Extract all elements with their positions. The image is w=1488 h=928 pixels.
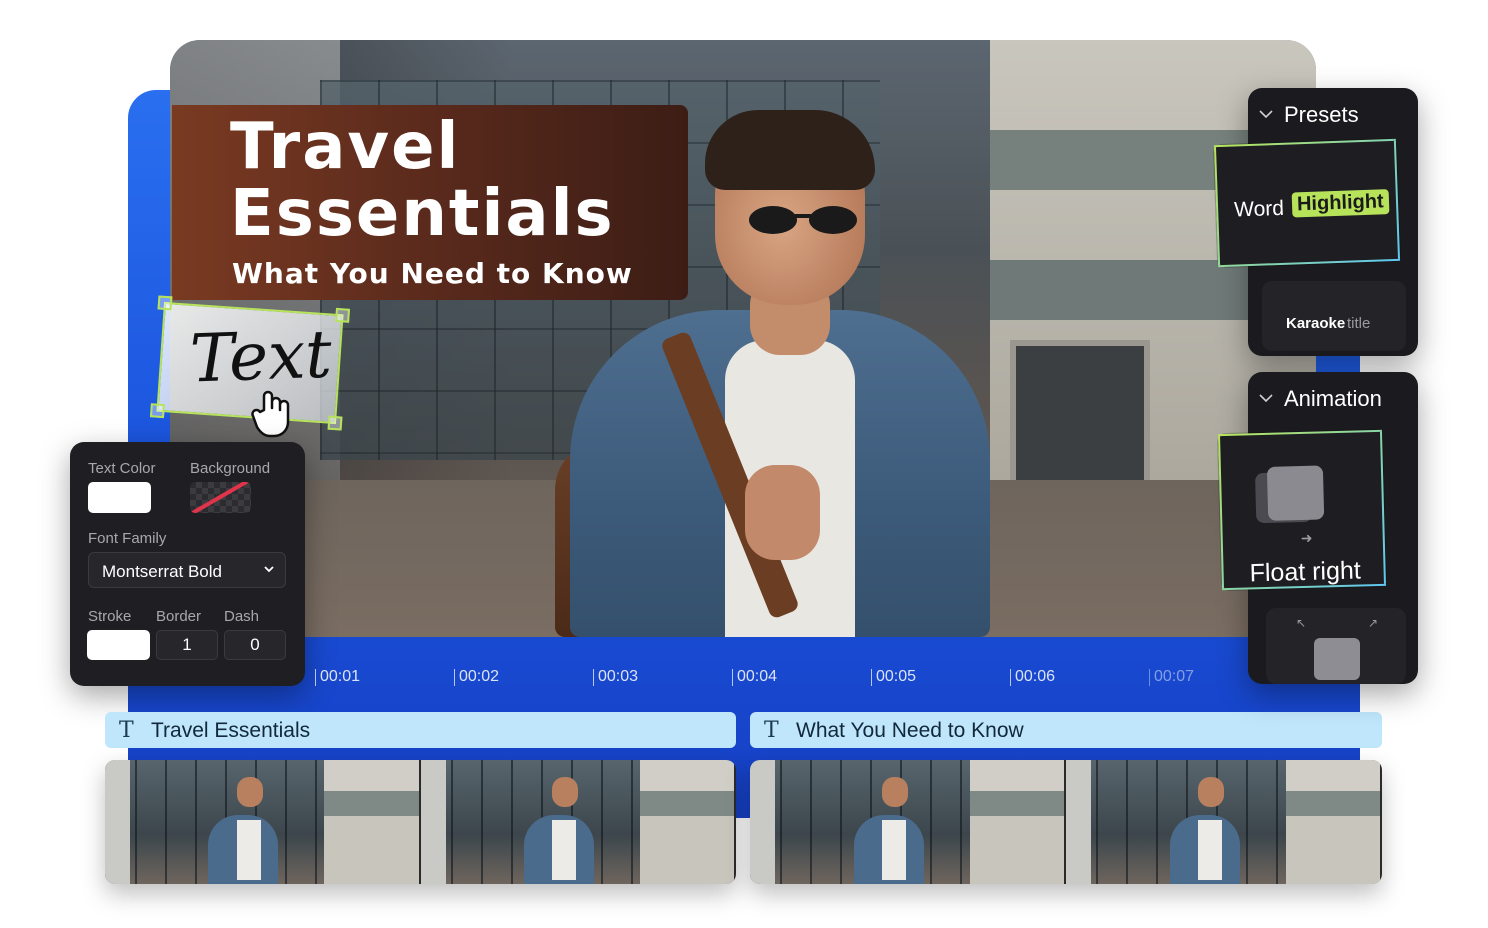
video-thumbnail bbox=[105, 760, 421, 884]
animation-preview-square bbox=[1314, 638, 1360, 680]
timeline-tick: 00:04 bbox=[731, 668, 778, 686]
preset-word-text: Word bbox=[1233, 196, 1285, 222]
arrow-up-right-icon: ↗ bbox=[1368, 616, 1379, 630]
timeline-tick: 00:05 bbox=[870, 668, 917, 686]
stroke-color-swatch[interactable] bbox=[87, 630, 150, 660]
preset-highlight-text: Highlight bbox=[1291, 189, 1390, 218]
video-thumbnail bbox=[420, 760, 736, 884]
text-track-clip[interactable]: T What You Need to Know bbox=[750, 712, 1382, 748]
video-thumbnail bbox=[1066, 760, 1382, 884]
text-track-label: What You Need to Know bbox=[796, 719, 1024, 742]
video-track-clip[interactable] bbox=[105, 760, 736, 884]
animation-header[interactable]: Animation bbox=[1284, 386, 1382, 412]
animation-zoom[interactable]: ↖ ↗ bbox=[1266, 608, 1406, 684]
chevron-down-icon bbox=[264, 566, 274, 573]
dash-input[interactable]: 0 bbox=[224, 630, 286, 660]
chevron-down-icon[interactable] bbox=[1258, 392, 1274, 404]
font-family-label: Font Family bbox=[88, 530, 167, 547]
background-label: Background bbox=[190, 460, 271, 477]
resize-handle-tr[interactable] bbox=[335, 307, 351, 323]
presets-header[interactable]: Presets bbox=[1284, 102, 1359, 128]
resize-handle-br[interactable] bbox=[327, 415, 343, 431]
hand-cursor-icon bbox=[251, 390, 290, 438]
text-track-clip[interactable]: T Travel Essentials bbox=[105, 712, 736, 748]
arrow-up-left-icon: ↖ bbox=[1296, 616, 1307, 630]
selected-text-content: Text bbox=[188, 315, 334, 398]
preset-word-highlight[interactable]: Word Highlight bbox=[1213, 138, 1401, 268]
stroke-label: Stroke bbox=[88, 608, 132, 625]
text-track-label: Travel Essentials bbox=[151, 719, 311, 742]
preset-karaoke-bold: Karaoke bbox=[1286, 315, 1346, 332]
timeline-tick: 00:01 bbox=[314, 668, 361, 686]
background-color-swatch[interactable] bbox=[190, 482, 251, 513]
timeline-tick: 00:07 bbox=[1148, 668, 1195, 686]
title-line-2: Essentials bbox=[230, 177, 615, 251]
title-subtitle: What You Need to Know bbox=[232, 257, 633, 290]
animation-preview-square bbox=[1266, 465, 1325, 521]
text-icon: T bbox=[764, 718, 779, 743]
animation-float-right[interactable]: ➜ Float right bbox=[1217, 429, 1387, 591]
text-color-label: Text Color bbox=[88, 460, 156, 477]
preset-karaoke-title[interactable]: Karaoke title bbox=[1262, 281, 1406, 351]
sunglasses-icon bbox=[749, 206, 857, 234]
title-line-1: Travel bbox=[230, 110, 461, 184]
font-family-select[interactable]: Montserrat Bold bbox=[88, 552, 286, 588]
presets-panel: Presets Word Highlight Karaoke title bbox=[1213, 88, 1418, 356]
text-properties-panel: Text Color Background Font Family Montse… bbox=[70, 442, 305, 686]
preset-karaoke-light: title bbox=[1347, 315, 1371, 332]
timeline-tick: 00:02 bbox=[453, 668, 500, 686]
resize-handle-tl[interactable] bbox=[157, 295, 173, 311]
animation-panel: Animation ➜ Float right ↖ ↗ bbox=[1217, 372, 1418, 684]
timeline-tick: 00:03 bbox=[592, 668, 639, 686]
dash-label: Dash bbox=[224, 608, 260, 625]
video-thumbnail bbox=[750, 760, 1066, 884]
text-color-swatch[interactable] bbox=[88, 482, 151, 513]
resize-handle-bl[interactable] bbox=[149, 403, 165, 419]
video-track-clip[interactable] bbox=[750, 760, 1382, 884]
text-icon: T bbox=[119, 718, 134, 743]
arrow-right-icon: ➜ bbox=[1300, 529, 1313, 547]
person-hand bbox=[745, 465, 820, 560]
chevron-down-icon[interactable] bbox=[1258, 108, 1274, 120]
timeline-tick: 00:06 bbox=[1009, 668, 1056, 686]
border-label: Border bbox=[156, 608, 202, 625]
font-family-value: Montserrat Bold bbox=[102, 562, 222, 581]
person-hair bbox=[705, 110, 875, 190]
border-input[interactable]: 1 bbox=[156, 630, 218, 660]
animation-label: Float right bbox=[1249, 556, 1362, 588]
